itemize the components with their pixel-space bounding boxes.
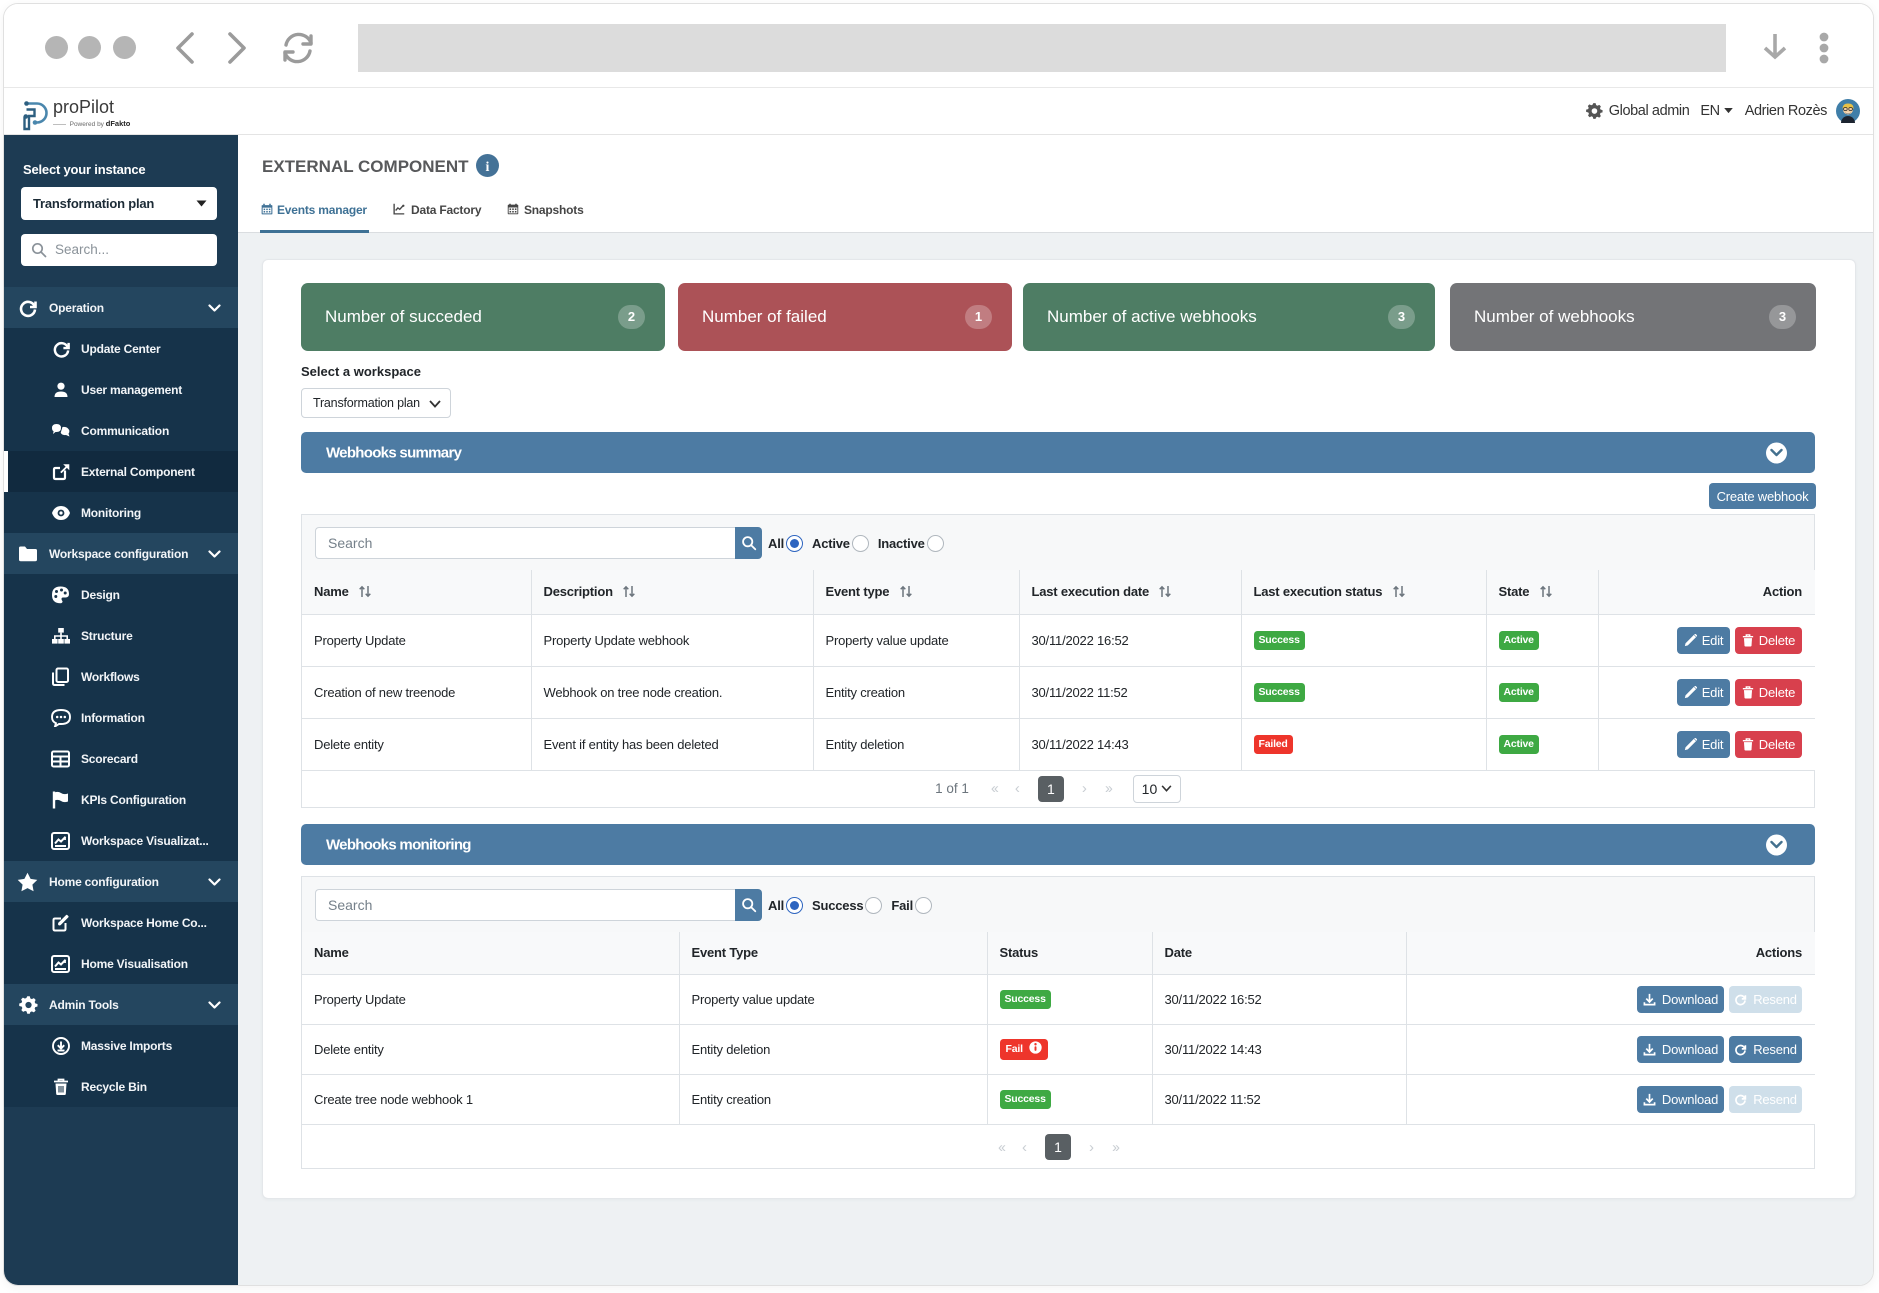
svg-text:i: i bbox=[486, 160, 490, 175]
